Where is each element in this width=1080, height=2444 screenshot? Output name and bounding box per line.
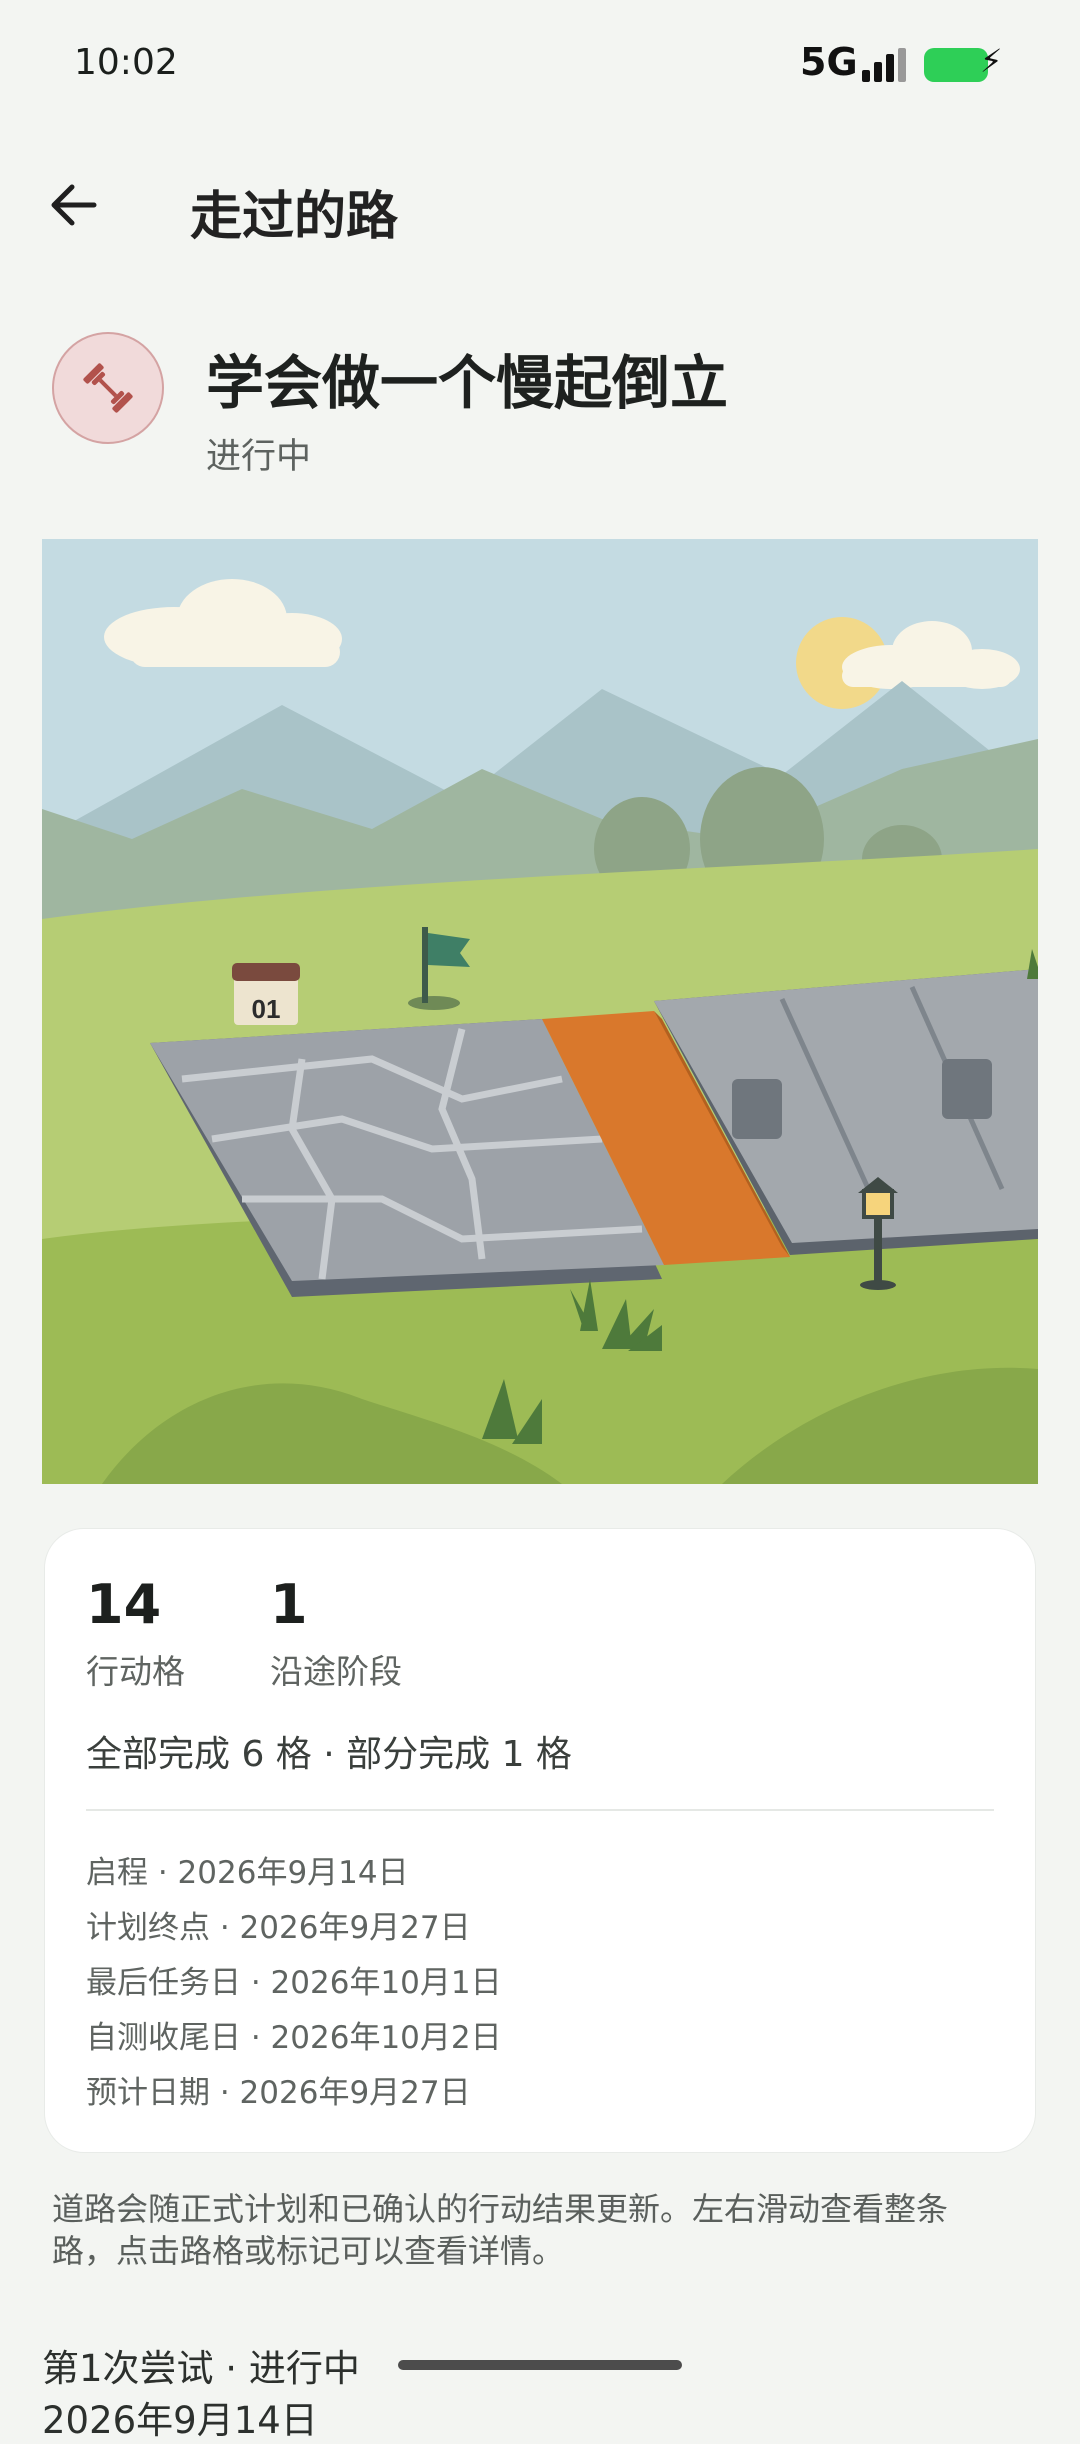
attempt-date: 2026年9月14日 [42,2399,318,2442]
back-button[interactable] [44,170,104,240]
bolt-icon: ⚡ [980,42,1003,80]
stages-label: 沿途阶段 [270,1652,402,1691]
road-illustration[interactable]: 01 [42,539,1038,1484]
last-task-date: 最后任务日 · 2026年10月1日 [86,1965,502,2001]
stages-count: 1 [270,1573,308,1636]
road-scene: 01 [42,539,1038,1484]
signal-icon [862,48,912,82]
page-title: 走过的路 [190,187,399,247]
expected-date: 预计日期 · 2026年9月27日 [86,2075,471,2111]
milestone-marker[interactable]: 01 [232,963,300,1025]
planned-end-date: 计划终点 · 2026年9月27日 [86,1910,471,1946]
road-note: 道路会随正式计划和已确认的行动结果更新。左右滑动查看整条路，点击路格或标记可以查… [52,2190,949,2270]
milestone-label: 01 [252,994,281,1024]
stats-card: 14 行动格 1 沿途阶段 全部完成 6 格 · 部分完成 1 格 启程 · 2… [44,1528,1036,2153]
home-indicator[interactable] [398,2360,682,2370]
divider [86,1809,994,1811]
completion-summary: 全部完成 6 格 · 部分完成 1 格 [86,1734,572,1775]
network-type: 5G [800,40,858,84]
clock: 10:02 [74,42,178,83]
goal-icon [52,332,164,444]
action-cells-count: 14 [86,1573,162,1636]
battery-icon [924,48,988,82]
goal-status: 进行中 [206,437,312,477]
status-bar: 10:02 5G ⚡ [0,0,1080,130]
attempt-header[interactable]: 第1次尝试 · 进行中 [42,2338,360,2392]
dumbbell-icon [83,363,133,413]
goal-title: 学会做一个慢起倒立 [206,349,729,417]
action-cells-label: 行动格 [86,1652,185,1691]
start-date: 启程 · 2026年9月14日 [86,1855,409,1891]
arrow-left-icon [51,184,97,226]
self-test-date: 自测收尾日 · 2026年10月2日 [86,2020,502,2056]
